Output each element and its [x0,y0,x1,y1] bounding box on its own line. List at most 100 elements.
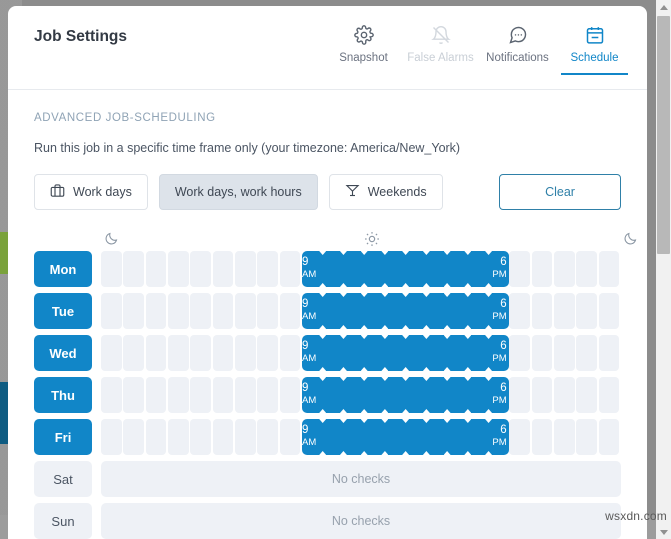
hour-cell[interactable] [101,377,122,413]
hour-cell[interactable] [145,419,167,455]
hour-cell[interactable] [101,335,122,371]
hour-cell[interactable] [598,335,620,371]
hour-cell[interactable] [190,293,212,329]
preset-weekends-button[interactable]: Weekends [328,174,443,210]
hour-cell[interactable] [531,377,553,413]
hour-cell[interactable] [553,251,575,287]
hour-cell[interactable] [553,377,575,413]
no-checks-sat[interactable]: No checks [101,461,621,497]
hour-cell[interactable] [101,293,122,329]
hour-cell[interactable] [488,419,510,455]
hour-cell[interactable] [467,335,489,371]
hour-cell[interactable] [405,251,427,287]
hour-cell[interactable] [364,293,385,329]
hour-cell[interactable] [509,335,531,371]
hour-cell[interactable] [145,251,167,287]
hour-cell[interactable] [467,293,489,329]
hour-cell[interactable] [447,419,468,455]
hour-cell[interactable] [301,377,323,413]
hour-cell[interactable] [405,377,427,413]
hour-cell[interactable] [467,377,489,413]
tab-schedule[interactable]: Schedule [556,22,633,75]
hour-cell[interactable] [467,419,489,455]
hour-cell[interactable] [509,419,531,455]
hour-cell[interactable] [279,335,301,371]
no-checks-sun[interactable]: No checks [101,503,621,539]
hour-cell[interactable] [279,419,301,455]
hour-cell[interactable] [101,419,122,455]
hour-cell[interactable] [167,419,189,455]
hour-cell[interactable] [257,377,279,413]
hour-cell[interactable] [234,419,256,455]
hour-cell[interactable] [234,335,256,371]
hour-cell[interactable] [123,293,145,329]
hour-cell[interactable] [576,419,598,455]
hour-cell[interactable] [322,293,344,329]
preset-work-days-work-hours-button[interactable]: Work days, work hours [158,174,318,210]
day-toggle-thu[interactable]: Thu [34,377,92,413]
vertical-scrollbar[interactable] [656,0,671,539]
hour-cell[interactable] [447,377,468,413]
hour-cell[interactable] [145,377,167,413]
hour-cell[interactable] [123,251,145,287]
hour-cell[interactable] [190,419,212,455]
hour-cell[interactable] [145,293,167,329]
hour-cell[interactable] [234,293,256,329]
hour-cell[interactable] [576,377,598,413]
hour-cell[interactable] [364,419,385,455]
hour-cell[interactable] [488,377,510,413]
hour-cell[interactable] [488,293,510,329]
hour-cell[interactable] [509,293,531,329]
hour-cell[interactable] [405,419,427,455]
hour-cell[interactable] [426,251,448,287]
hour-cell[interactable] [426,419,448,455]
hour-cell[interactable] [598,293,620,329]
hour-cell[interactable] [101,251,122,287]
hour-cell[interactable] [426,335,448,371]
hour-cell[interactable] [279,293,301,329]
hour-cell[interactable] [212,251,234,287]
hour-cell[interactable] [322,251,344,287]
hour-cell[interactable] [167,377,189,413]
hour-cell[interactable] [257,251,279,287]
hour-cell[interactable] [598,251,620,287]
hour-cell[interactable] [509,377,531,413]
hour-cell[interactable] [145,335,167,371]
hour-cell[interactable] [190,335,212,371]
hour-cell[interactable] [212,419,234,455]
hour-cell[interactable] [553,335,575,371]
hour-cell[interactable] [447,335,468,371]
hour-cell[interactable] [279,251,301,287]
hour-cell[interactable] [598,419,620,455]
tab-notifications[interactable]: Notifications [479,22,556,74]
hour-cell[interactable] [384,293,406,329]
hour-cell[interactable] [426,293,448,329]
hour-cell[interactable] [257,335,279,371]
day-toggle-sun[interactable]: Sun [34,503,92,539]
hour-cell[interactable] [343,293,365,329]
hour-cell[interactable] [343,419,365,455]
day-toggle-fri[interactable]: Fri [34,419,92,455]
day-toggle-tue[interactable]: Tue [34,293,92,329]
hour-cell[interactable] [364,335,385,371]
hour-cell[interactable] [343,377,365,413]
day-toggle-mon[interactable]: Mon [34,251,92,287]
hour-cell[interactable] [488,335,510,371]
hour-cell[interactable] [167,293,189,329]
hour-cell[interactable] [190,251,212,287]
hour-cell[interactable] [553,419,575,455]
hour-cell[interactable] [405,335,427,371]
hour-cell[interactable] [301,293,323,329]
hour-cell[interactable] [405,293,427,329]
hour-cell[interactable] [531,419,553,455]
scroll-down-arrow-icon[interactable] [656,525,671,539]
hour-cell[interactable] [322,419,344,455]
hour-cell[interactable] [576,335,598,371]
hour-cell[interactable] [301,335,323,371]
hour-cell[interactable] [279,377,301,413]
hour-cell[interactable] [364,251,385,287]
hour-cell[interactable] [167,335,189,371]
hour-cell[interactable] [384,335,406,371]
hour-cell[interactable] [167,251,189,287]
tab-false-alarms[interactable]: False Alarms [402,22,479,74]
